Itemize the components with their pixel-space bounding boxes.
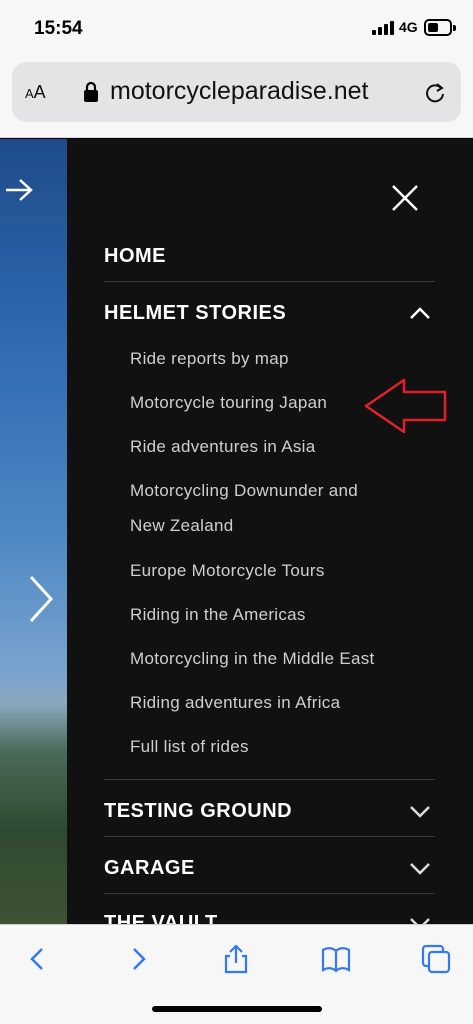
bookmarks-icon[interactable] <box>320 943 352 975</box>
chevron-down-icon[interactable] <box>409 862 431 876</box>
background-photo <box>0 139 67 924</box>
home-indicator <box>152 1006 322 1012</box>
submenu-item[interactable]: Motorcycling Downunder and <box>130 481 358 501</box>
network-label: 4G <box>399 19 418 35</box>
divider <box>104 893 435 894</box>
menu-item-garage[interactable]: GARAGE <box>104 857 195 880</box>
text-size-button[interactable]: AA <box>25 82 46 103</box>
submenu-item[interactable]: Full list of rides <box>130 737 249 757</box>
submenu-item[interactable]: Europe Motorcycle Tours <box>130 561 325 581</box>
battery-tip <box>453 25 456 31</box>
submenu-item[interactable]: Ride reports by map <box>130 349 289 369</box>
divider <box>104 779 435 780</box>
tabs-icon[interactable] <box>420 943 452 975</box>
address-bar-area: AA motorcycleparadise.net <box>0 56 473 138</box>
submenu-item[interactable]: Riding adventures in Africa <box>130 693 340 713</box>
menu-item-helmet-stories[interactable]: HELMET STORIES <box>104 302 286 325</box>
lock-icon <box>84 81 98 102</box>
share-icon[interactable] <box>220 943 252 975</box>
chevron-down-icon[interactable] <box>409 805 431 819</box>
submenu-item[interactable]: Motorcycle touring Japan <box>130 393 327 413</box>
signal-icon <box>372 21 394 35</box>
menu-item-home[interactable]: HOME <box>104 245 166 268</box>
close-icon[interactable] <box>391 184 419 212</box>
back-icon[interactable] <box>22 943 54 975</box>
divider <box>104 836 435 837</box>
menu-item-testing-ground[interactable]: TESTING GROUND <box>104 800 292 823</box>
annotation-arrow-icon <box>364 378 447 434</box>
submenu-item[interactable]: Riding in the Americas <box>130 605 306 625</box>
arrow-right-icon[interactable] <box>4 178 34 202</box>
battery-icon <box>424 19 452 36</box>
address-bar[interactable]: AA motorcycleparadise.net <box>12 62 461 122</box>
submenu-item[interactable]: Motorcycling in the Middle East <box>130 649 375 669</box>
status-bar: 15:54 4G <box>0 0 473 56</box>
divider <box>104 281 435 282</box>
chevron-up-icon[interactable] <box>409 306 431 320</box>
forward-icon[interactable] <box>122 943 154 975</box>
reload-icon[interactable] <box>424 82 446 104</box>
url-text[interactable]: motorcycleparadise.net <box>110 77 368 106</box>
clock: 15:54 <box>34 18 83 39</box>
submenu-item-continued[interactable]: New Zealand <box>130 516 233 536</box>
submenu-item[interactable]: Ride adventures in Asia <box>130 437 316 457</box>
carousel-next-icon[interactable] <box>26 574 56 624</box>
